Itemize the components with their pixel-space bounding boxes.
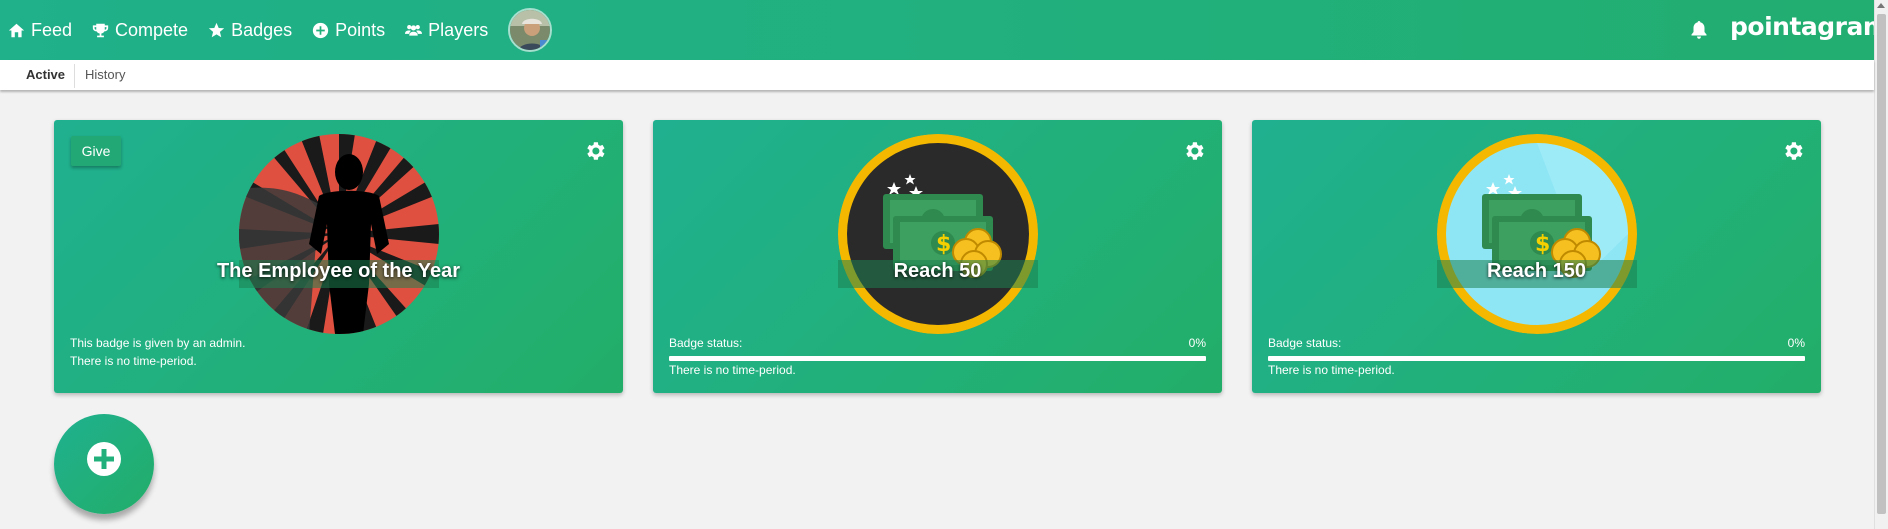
scroll-thumb[interactable] [1877, 14, 1886, 514]
pointagram-logo[interactable]: pointagram [1730, 12, 1888, 41]
badge-time-period-text: There is no time-period. [1268, 363, 1395, 377]
gear-icon[interactable] [1781, 139, 1805, 163]
badge-status-label: Badge status: [1268, 336, 1342, 350]
plus-circle-icon [87, 442, 121, 476]
nav-item-feed[interactable]: Feed [8, 20, 72, 41]
badge-image-money-dark: $ [838, 134, 1038, 334]
badge-time-period-text: There is no time-period. [70, 354, 197, 368]
badge-progress-bar [669, 356, 1206, 361]
badge-status-label: Badge status: [669, 336, 743, 350]
main-nav: Feed Compete Badges Points Players [8, 0, 553, 60]
badge-progress-bar [1268, 356, 1805, 361]
gear-icon[interactable] [583, 139, 607, 163]
badge-status-percent: 0% [1787, 336, 1805, 350]
svg-text:$: $ [1535, 232, 1550, 257]
tab-divider [74, 64, 75, 88]
badge-given-by-text: This badge is given by an admin. [70, 336, 246, 350]
nav-item-label: Players [428, 19, 489, 40]
badge-card-reach-150[interactable]: $ Reach 150 Badge status: 0% There is no… [1252, 120, 1821, 393]
tab-history[interactable]: History [85, 60, 125, 90]
badge-title: Reach 50 [893, 260, 982, 282]
nav-item-label: Feed [31, 19, 73, 40]
badge-title: The Employee of the Year [216, 260, 461, 282]
page-scrollbar[interactable] [1874, 0, 1888, 529]
nav-item-points[interactable]: Points [312, 20, 385, 41]
badge-time-period-text: There is no time-period. [669, 363, 796, 377]
badge-image-money-light: $ [1437, 134, 1637, 334]
give-button[interactable]: Give [71, 136, 121, 166]
bell-icon[interactable] [1690, 20, 1708, 40]
scroll-up-arrow-icon[interactable] [1877, 3, 1885, 8]
users-icon [405, 24, 423, 36]
plus-circle-icon [312, 22, 329, 38]
gear-icon[interactable] [1182, 139, 1206, 163]
nav-item-label: Badges [231, 19, 293, 40]
badge-tabs-bar: Active History [0, 60, 1874, 90]
trophy-icon [92, 23, 109, 37]
nav-item-players[interactable]: Players [405, 20, 488, 41]
tab-active[interactable]: Active [26, 60, 65, 90]
nav-item-compete[interactable]: Compete [92, 20, 188, 41]
nav-item-badges[interactable]: Badges [208, 20, 292, 41]
badge-status-percent: 0% [1188, 336, 1206, 350]
add-badge-button[interactable] [54, 414, 154, 514]
nav-item-label: Points [335, 19, 386, 40]
badge-card-reach-50[interactable]: $ Reach 50 Badge status: 0% There is no … [653, 120, 1222, 393]
user-avatar[interactable] [508, 8, 553, 52]
badge-image-employee-silhouette [239, 134, 439, 334]
nav-item-label: Compete [115, 19, 189, 40]
star-icon [208, 22, 225, 37]
badge-card-employee-of-the-year[interactable]: Give The Employee of the Year This badge… [54, 120, 623, 393]
top-nav-bar: Feed Compete Badges Points Players point… [0, 0, 1888, 60]
svg-text:$: $ [936, 232, 951, 257]
home-icon [8, 23, 25, 37]
badge-title: Reach 150 [1487, 260, 1586, 282]
